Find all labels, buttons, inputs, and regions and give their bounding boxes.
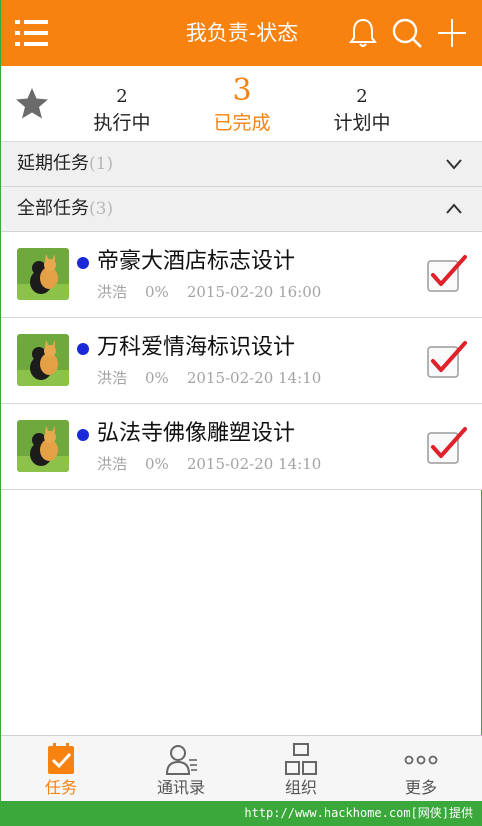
task-name: 弘法寺佛像雕塑设计 — [97, 421, 296, 446]
header-bar: 我负责-状态 — [1, 0, 482, 66]
tab-label: 任务 — [44, 778, 77, 797]
section-count: (3) — [89, 199, 114, 219]
task-time: 2015-02-20 14:10 — [186, 455, 322, 473]
section-all-tasks[interactable]: 全部任务(3) — [1, 187, 482, 232]
status-dot — [77, 429, 89, 441]
status-dot — [77, 343, 89, 355]
section-title: 全部任务(3) — [17, 196, 113, 222]
stat-label: 计划中 — [333, 112, 391, 134]
more-icon — [404, 755, 438, 765]
section-count: (1) — [89, 154, 114, 174]
section-title: 延期任务(1) — [17, 151, 113, 177]
contacts-icon — [165, 745, 197, 775]
status-summary: 2 执行中 3 已完成 2 计划中 — [1, 66, 482, 142]
stat-count: 2 — [356, 86, 368, 107]
chevron-down-icon[interactable] — [445, 156, 463, 172]
search-icon[interactable] — [391, 17, 423, 49]
tab-label: 组织 — [284, 778, 317, 797]
star-icon[interactable] — [15, 86, 49, 120]
stat-planned[interactable]: 2 计划中 — [307, 66, 417, 136]
task-row[interactable]: 万科爱情海标识设计 洪浩 0% 2015-02-20 14:10 — [1, 318, 482, 404]
checkbox-checked-icon[interactable] — [425, 340, 469, 380]
tab-more[interactable]: 更多 — [361, 736, 481, 802]
watermark-text: http://www.hackhome.com[网侠]提供 — [244, 806, 473, 820]
stat-completed[interactable]: 3 已完成 — [187, 66, 297, 136]
stat-count: 3 — [232, 73, 252, 108]
section-title-text: 全部任务 — [17, 198, 89, 219]
tab-contacts[interactable]: 通讯录 — [121, 736, 241, 802]
task-meta: 洪浩 0% 2015-02-20 14:10 — [97, 454, 339, 474]
task-progress: 0% — [145, 455, 169, 473]
stat-count: 2 — [116, 86, 128, 107]
task-owner: 洪浩 — [97, 455, 128, 473]
task-progress: 0% — [145, 283, 169, 301]
task-time: 2015-02-20 14:10 — [186, 369, 322, 387]
stat-in-progress[interactable]: 2 执行中 — [67, 66, 177, 136]
task-row[interactable]: 弘法寺佛像雕塑设计 洪浩 0% 2015-02-20 14:10 — [1, 404, 482, 490]
task-name: 帝豪大酒店标志设计 — [97, 249, 296, 274]
avatar — [17, 334, 69, 386]
section-delayed-tasks[interactable]: 延期任务(1) — [1, 142, 482, 187]
task-progress: 0% — [145, 369, 169, 387]
task-icon — [48, 743, 74, 774]
bell-icon[interactable] — [347, 17, 379, 49]
checkbox-checked-icon[interactable] — [425, 426, 469, 466]
tab-tasks[interactable]: 任务 — [1, 736, 121, 802]
section-title-text: 延期任务 — [17, 153, 89, 174]
tab-organization[interactable]: 组织 — [241, 736, 361, 802]
task-row[interactable]: 帝豪大酒店标志设计 洪浩 0% 2015-02-20 16:00 — [1, 232, 482, 318]
task-owner: 洪浩 — [97, 283, 128, 301]
task-time: 2015-02-20 16:00 — [186, 283, 322, 301]
task-meta: 洪浩 0% 2015-02-20 16:00 — [97, 282, 339, 302]
stat-label: 执行中 — [93, 112, 151, 134]
avatar — [17, 420, 69, 472]
bottom-tab-bar: 任务 通讯录 组织 更多 — [1, 735, 482, 801]
task-name: 万科爱情海标识设计 — [97, 335, 296, 360]
status-dot — [77, 257, 89, 269]
tab-label: 通讯录 — [156, 778, 205, 797]
task-owner: 洪浩 — [97, 369, 128, 387]
plus-icon[interactable] — [436, 17, 468, 49]
checkbox-checked-icon[interactable] — [425, 254, 469, 294]
watermark-banner: http://www.hackhome.com[网侠]提供 — [1, 801, 482, 826]
chevron-up-icon[interactable] — [445, 201, 463, 217]
stat-label: 已完成 — [213, 112, 271, 134]
task-meta: 洪浩 0% 2015-02-20 14:10 — [97, 368, 339, 388]
tab-label: 更多 — [404, 778, 437, 797]
avatar — [17, 248, 69, 300]
app-frame: 我负责-状态 2 执行中 3 已完成 2 计划中 延期任务(1) 全部任务(3)… — [0, 0, 482, 826]
organization-icon — [285, 743, 317, 775]
